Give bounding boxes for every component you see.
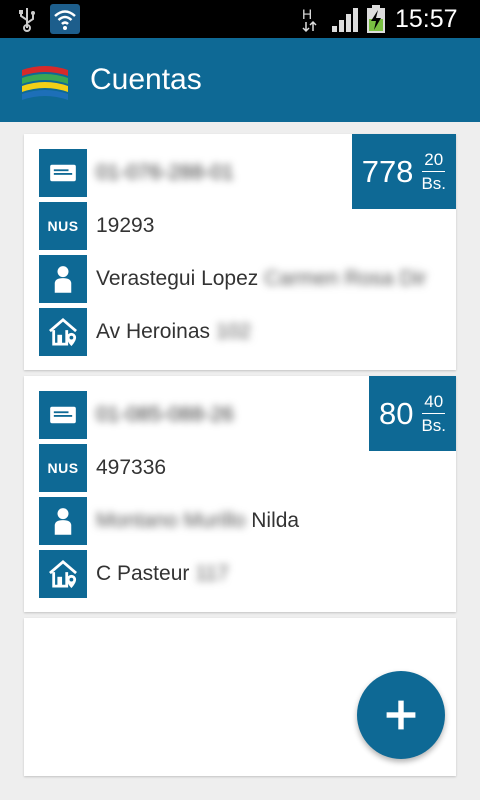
nus-row: NUS 19293 (39, 202, 439, 250)
account-card[interactable]: 80 40 Bs. 01-085-088-26 NUS 497336 Monta… (24, 376, 456, 612)
address-row: Av Heroinas 102 (39, 308, 439, 356)
person-icon (39, 497, 87, 545)
home-location-icon (39, 308, 87, 356)
account-number: 01-076-288-01 (96, 161, 234, 184)
owner-name-visible: Nilda (251, 509, 300, 532)
nus-label: NUS (47, 218, 79, 234)
nus-label: NUS (47, 460, 79, 476)
clock: 15:57 (395, 5, 458, 33)
account-card[interactable]: 778 20 Bs. 01-076-288-01 NUS 19293 Veras… (24, 134, 456, 370)
card-icon (39, 391, 87, 439)
nus-row: NUS 497336 (39, 444, 439, 492)
app-logo (22, 66, 68, 100)
status-bar: H 15:57 (0, 0, 480, 38)
address-blurred: 102 (215, 320, 251, 343)
owner-name-visible: Verastegui Lopez (96, 267, 259, 290)
owner-name: Verastegui Lopez Carmen Rosa Dir (96, 255, 426, 303)
nus-value: 497336 (96, 456, 167, 479)
plus-icon (386, 700, 416, 730)
account-number: 01-085-088-26 (96, 403, 234, 426)
owner-row: Verastegui Lopez Carmen Rosa Dir (39, 255, 439, 303)
add-account-button[interactable] (357, 671, 445, 759)
nus-icon: NUS (39, 202, 87, 250)
nus-value: 19293 (96, 214, 155, 237)
signal-icon (332, 8, 358, 32)
address-row: C Pasteur 117 (39, 550, 439, 598)
address: C Pasteur 117 (96, 550, 229, 598)
owner-name-blurred: Carmen Rosa Dir (264, 267, 427, 290)
address-visible: Av Heroinas (96, 320, 211, 343)
owner-row: Montano Murillo Nilda (39, 497, 439, 545)
address-blurred: 117 (195, 562, 229, 585)
usb-icon (19, 8, 35, 32)
owner-name-blurred: Montano Murillo (96, 509, 246, 532)
account-number-row: 01-076-288-01 (39, 149, 439, 197)
page-title: Cuentas (90, 63, 202, 96)
address-visible: C Pasteur (96, 562, 190, 585)
svg-text:H: H (302, 6, 312, 22)
nus-icon: NUS (39, 444, 87, 492)
wifi-icon (50, 4, 80, 34)
account-number-row: 01-085-088-26 (39, 391, 439, 439)
owner-name: Montano Murillo Nilda (96, 497, 299, 545)
app-bar: Cuentas (0, 38, 480, 122)
home-location-icon (39, 550, 87, 598)
address: Av Heroinas 102 (96, 308, 251, 356)
battery-icon (367, 5, 385, 33)
network-type-icon: H (302, 6, 317, 33)
card-icon (39, 149, 87, 197)
person-icon (39, 255, 87, 303)
